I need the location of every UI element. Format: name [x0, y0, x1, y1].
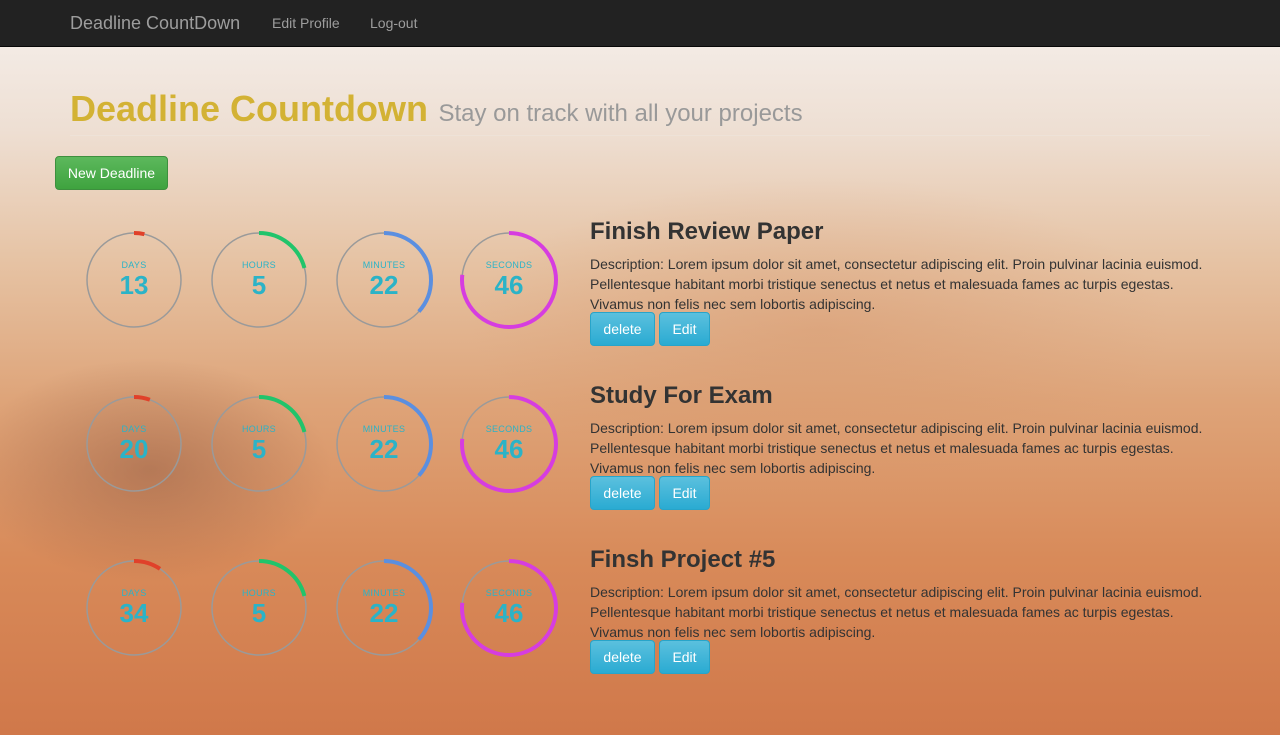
minutes-value: 22	[369, 598, 399, 628]
days-label: DAYS	[121, 260, 147, 270]
minutes-label: MINUTES	[362, 424, 406, 434]
deadline-item: DAYS 20 HOURS 5 MINUTES 22 SECONDS 46 Study For …	[0, 382, 1280, 522]
minutes-countdown-dial: MINUTES 22	[334, 230, 434, 330]
minutes-value: 22	[369, 434, 399, 464]
deadline-title: Finsh Project #5	[590, 546, 776, 573]
delete-button[interactable]: delete	[590, 640, 655, 674]
minutes-countdown-dial: MINUTES 22	[334, 558, 434, 658]
seconds-label: SECONDS	[485, 588, 533, 598]
hours-value: 5	[251, 598, 267, 628]
hours-label: HOURS	[241, 424, 276, 434]
deadline-title: Study For Exam	[590, 382, 773, 409]
hours-value: 5	[251, 434, 267, 464]
navbar-brand[interactable]: Deadline CountDown	[70, 13, 240, 34]
days-countdown-dial: DAYS 34	[84, 558, 184, 658]
deadline-description: Description: Lorem ipsum dolor sit amet,…	[590, 420, 1203, 476]
days-label: DAYS	[121, 424, 147, 434]
hours-label: HOURS	[241, 260, 276, 270]
deadline-item: DAYS 13 HOURS 5 MINUTES 22 SECONDS 46 Finish Rev…	[0, 218, 1280, 358]
seconds-countdown-dial: SECONDS 46	[459, 394, 559, 494]
days-countdown-dial: DAYS 20	[84, 394, 184, 494]
nav-logout-link[interactable]: Log-out	[370, 15, 417, 31]
seconds-countdown-dial: SECONDS 46	[459, 558, 559, 658]
edit-button[interactable]: Edit	[659, 640, 710, 674]
days-value: 34	[119, 598, 149, 628]
page-header: Deadline Countdown Stay on track with al…	[70, 88, 1210, 136]
seconds-value: 46	[494, 434, 524, 464]
minutes-countdown-dial: MINUTES 22	[334, 394, 434, 494]
hours-countdown-dial: HOURS 5	[209, 394, 309, 494]
seconds-value: 46	[494, 598, 524, 628]
page-subtitle: Stay on track with all your projects	[438, 100, 803, 127]
deadline-item: DAYS 34 HOURS 5 MINUTES 22 SECONDS 46 Finsh Proj…	[0, 546, 1280, 686]
days-value: 13	[119, 270, 149, 300]
hours-countdown-dial: HOURS 5	[209, 230, 309, 330]
seconds-label: SECONDS	[485, 424, 533, 434]
seconds-countdown-dial: SECONDS 46	[459, 230, 559, 330]
deadline-title: Finish Review Paper	[590, 218, 824, 245]
navbar: Deadline CountDown Edit Profile Log-out	[0, 0, 1280, 47]
minutes-label: MINUTES	[362, 588, 406, 598]
days-countdown-dial: DAYS 13	[84, 230, 184, 330]
new-deadline-button[interactable]: New Deadline	[55, 156, 168, 190]
delete-button[interactable]: delete	[590, 312, 655, 346]
edit-button[interactable]: Edit	[659, 312, 710, 346]
hours-countdown-dial: HOURS 5	[209, 558, 309, 658]
days-value: 20	[119, 434, 149, 464]
nav-edit-profile-link[interactable]: Edit Profile	[272, 15, 340, 31]
deadline-description: Description: Lorem ipsum dolor sit amet,…	[590, 584, 1203, 640]
deadline-description: Description: Lorem ipsum dolor sit amet,…	[590, 256, 1203, 312]
minutes-label: MINUTES	[362, 260, 406, 270]
minutes-value: 22	[369, 270, 399, 300]
seconds-value: 46	[494, 270, 524, 300]
page-title: Deadline Countdown	[70, 88, 428, 129]
edit-button[interactable]: Edit	[659, 476, 710, 510]
hours-label: HOURS	[241, 588, 276, 598]
seconds-label: SECONDS	[485, 260, 533, 270]
hours-value: 5	[251, 270, 267, 300]
delete-button[interactable]: delete	[590, 476, 655, 510]
days-label: DAYS	[121, 588, 147, 598]
